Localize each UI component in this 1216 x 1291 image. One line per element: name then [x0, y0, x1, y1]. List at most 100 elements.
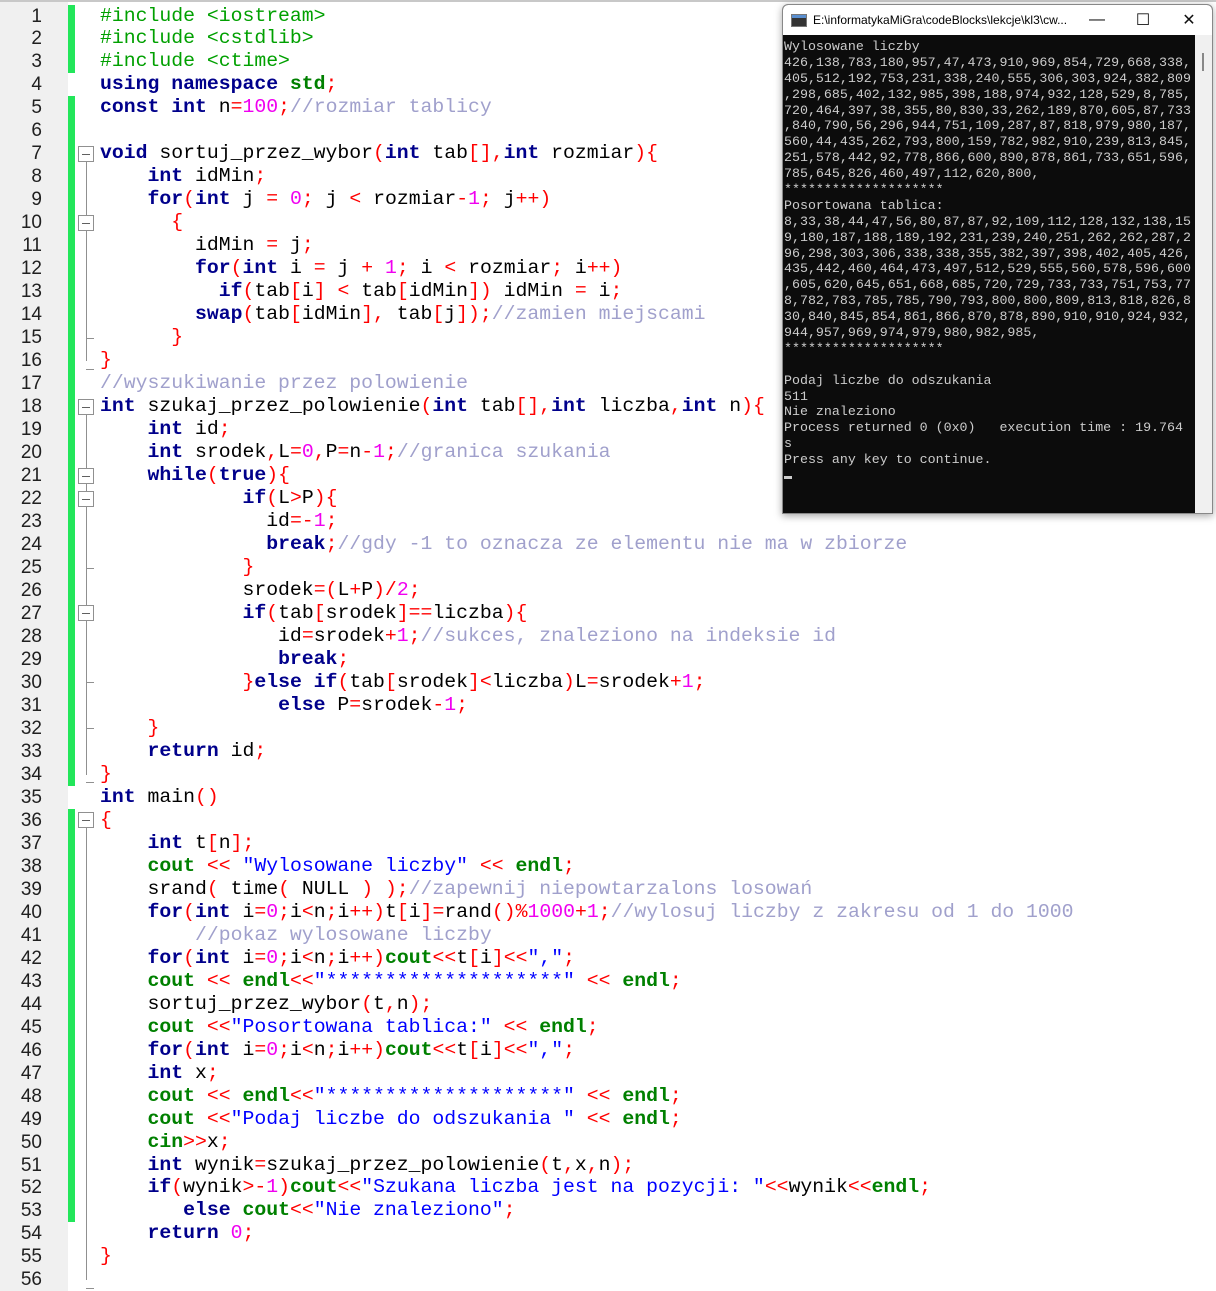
- code-line[interactable]: {: [100, 809, 112, 832]
- code-line[interactable]: if(tab[i] < tab[idMin]) idMin = i;: [100, 280, 623, 303]
- code-line[interactable]: while(true){: [100, 464, 289, 487]
- line-number: 1: [31, 5, 42, 27]
- code-line[interactable]: id=-1;: [100, 510, 337, 533]
- code-line[interactable]: #include <cstdlib>: [100, 27, 314, 50]
- code-line[interactable]: int idMin;: [100, 165, 266, 188]
- code-line[interactable]: //wyszukiwanie przez polowienie: [100, 372, 468, 395]
- code-line[interactable]: }: [100, 349, 112, 372]
- console-scrollbar-thumb[interactable]: [1202, 53, 1204, 71]
- maximize-button[interactable]: ☐: [1120, 10, 1166, 30]
- code-line[interactable]: for(int i=0;i<n;i++)cout<<t[i]<<",";: [100, 1038, 574, 1062]
- code-line[interactable]: srand( time( NULL ) );//zapewnij niepowt…: [100, 878, 812, 901]
- minimize-button[interactable]: —: [1074, 11, 1120, 29]
- code-line[interactable]: srodek=(L+P)/2;: [100, 579, 420, 602]
- code-line[interactable]: for(int j = 0; j < rozmiar-1; j++): [100, 188, 551, 211]
- code-line[interactable]: cout << "Wylosowane liczby" << endl;: [100, 855, 574, 878]
- code-token: n: [313, 900, 326, 923]
- line-number: 22: [20, 488, 42, 510]
- code-line[interactable]: }: [100, 763, 112, 786]
- code-line[interactable]: idMin = j;: [100, 234, 314, 257]
- code-token: if: [242, 601, 267, 624]
- code-token: t: [456, 1038, 469, 1061]
- code-token: int: [147, 165, 184, 188]
- code-line[interactable]: int t[n];: [100, 832, 254, 855]
- fold-collapse-icon[interactable]: [78, 398, 94, 415]
- code-token: n: [717, 395, 742, 418]
- code-token: ]<<: [491, 1038, 528, 1061]
- code-token: srodek: [325, 601, 397, 624]
- code-line[interactable]: void sortuj_przez_wybor(int tab[],int ro…: [100, 142, 658, 165]
- console-line: Wylosowane liczby: [784, 39, 920, 54]
- code-line[interactable]: #include <iostream>: [100, 5, 326, 28]
- code-line[interactable]: if(tab[srodek]==liczba){: [100, 602, 527, 625]
- code-token: P: [325, 693, 350, 716]
- code-line[interactable]: }: [100, 717, 159, 740]
- code-token: ;: [206, 1061, 219, 1084]
- code-line[interactable]: cout <<"Posortowana tablica:" << endl;: [100, 1016, 598, 1039]
- code-line[interactable]: break;//gdy -1 to oznacza ze elementu ni…: [100, 533, 907, 556]
- fold-collapse-icon[interactable]: [78, 812, 94, 829]
- code-line[interactable]: sortuj_przez_wybor(t,n);: [100, 993, 432, 1016]
- code-line[interactable]: int szukaj_przez_polowienie(int tab[],in…: [100, 395, 765, 418]
- fold-collapse-icon[interactable]: [78, 467, 94, 484]
- code-token: ){: [503, 601, 528, 624]
- fold-collapse-icon[interactable]: [78, 145, 94, 162]
- code-line[interactable]: return 0;: [100, 1222, 254, 1245]
- code-line[interactable]: }else if(tab[srodek]<liczba)L=srodek+1;: [100, 671, 705, 694]
- code-line[interactable]: for(int i=0;i<n;i++)t[i]=rand()%1000+1;/…: [100, 900, 1073, 924]
- code-token: j: [491, 188, 516, 211]
- console-scrollbar[interactable]: [1195, 35, 1212, 513]
- code-token: j: [325, 257, 362, 280]
- code-line[interactable]: //pokaz wylosowane liczby: [100, 924, 492, 947]
- code-line[interactable]: #include <ctime>: [100, 50, 290, 73]
- code-token: -: [456, 188, 469, 211]
- code-line[interactable]: if(wynik>-1)cout<<"Szukana liczba jest n…: [100, 1176, 931, 1199]
- code-token: x: [206, 1130, 219, 1153]
- console-window[interactable]: E:\informatykaMiGra\codeBlocks\lekcje\kl…: [782, 4, 1213, 514]
- code-token: (: [242, 303, 255, 326]
- code-line[interactable]: id=srodek+1;//sukces, znaleziono na inde…: [100, 625, 836, 648]
- code-line[interactable]: cin>>x;: [100, 1130, 230, 1154]
- code-line[interactable]: int wynik=szukaj_przez_polowienie(t,x,n)…: [100, 1154, 634, 1177]
- code-line[interactable]: int main(): [100, 786, 219, 809]
- fold-collapse-icon[interactable]: [78, 214, 94, 231]
- console-line: s: [784, 436, 792, 452]
- code-line[interactable]: }: [100, 556, 254, 579]
- console-title-bar[interactable]: E:\informatykaMiGra\codeBlocks\lekcje\kl…: [783, 5, 1212, 35]
- code-token: cin: [147, 1130, 184, 1153]
- line-number: 42: [20, 947, 42, 969]
- code-token: i: [301, 280, 314, 303]
- code-line[interactable]: cout << endl<<"********************" << …: [100, 969, 682, 993]
- code-line[interactable]: using namespace std;: [100, 73, 337, 96]
- code-line[interactable]: else cout<<"Nie znaleziono";: [100, 1199, 515, 1222]
- line-number: 51: [20, 1154, 42, 1176]
- code-line[interactable]: cout << endl<<"********************" << …: [100, 1085, 681, 1108]
- code-line[interactable]: for(int i = j + 1; i < rozmiar; i++): [100, 257, 622, 280]
- code-line[interactable]: cout <<"Podaj liczbe do odszukania " << …: [100, 1108, 681, 1131]
- code-line[interactable]: int x;: [100, 1061, 219, 1085]
- code-line[interactable]: break;: [100, 648, 349, 671]
- code-token: ;: [325, 946, 338, 969]
- code-token: +: [574, 900, 587, 923]
- fold-guide: [86, 407, 87, 775]
- code-line[interactable]: {: [100, 211, 183, 234]
- code-line[interactable]: int id;: [100, 418, 230, 441]
- code-line[interactable]: }: [100, 1245, 112, 1268]
- code-line[interactable]: for(int i=0;i<n;i++)cout<<t[i]<<",";: [100, 946, 574, 970]
- code-token: ;: [669, 969, 682, 992]
- code-line[interactable]: swap(tab[idMin], tab[j]);//zamien miejsc…: [100, 303, 706, 326]
- code-line[interactable]: else P=srodek-1;: [100, 694, 468, 717]
- fold-collapse-icon[interactable]: [78, 490, 94, 507]
- code-line[interactable]: const int n=100;//rozmiar tablicy: [100, 96, 492, 119]
- fold-collapse-icon[interactable]: [78, 605, 94, 622]
- code-line[interactable]: }: [100, 326, 183, 349]
- code-token: >: [289, 487, 302, 510]
- code-token: idMin: [301, 303, 362, 326]
- close-button[interactable]: ✕: [1166, 10, 1212, 30]
- code-line[interactable]: if(L>P){: [100, 487, 337, 510]
- line-number: 5: [31, 97, 42, 119]
- code-token: ): [361, 877, 374, 900]
- code-line[interactable]: return id;: [100, 740, 266, 763]
- code-line[interactable]: int srodek,L=0,P=n-1;//granica szukania: [100, 441, 610, 464]
- code-token: i: [479, 946, 492, 969]
